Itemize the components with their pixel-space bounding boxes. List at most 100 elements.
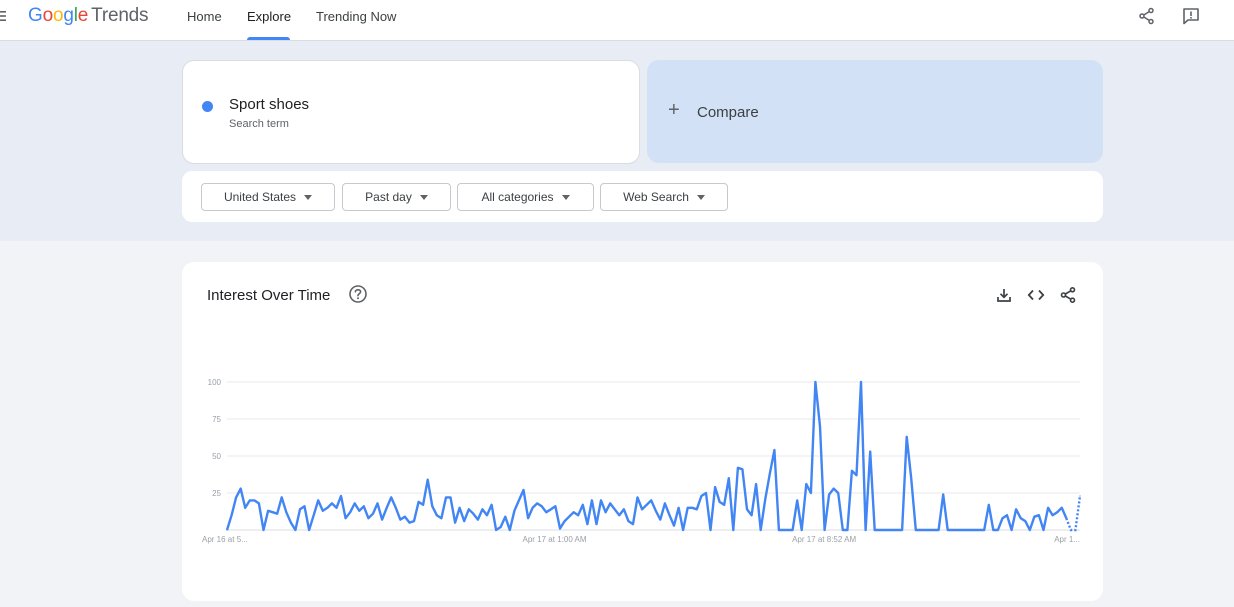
data-point (308, 529, 310, 531)
data-point (564, 520, 566, 522)
data-point (960, 529, 963, 531)
data-point (664, 502, 666, 504)
y-tick-label: 50 (212, 452, 221, 461)
data-point (559, 527, 561, 530)
data-point (541, 505, 543, 507)
data-point (595, 523, 598, 525)
data-point (778, 529, 780, 531)
nav-trending-now[interactable]: Trending Now (316, 9, 396, 24)
property-filter-label: Web Search (623, 190, 689, 204)
google-trends-logo[interactable]: Google Trends (28, 5, 149, 27)
data-point (345, 517, 347, 519)
caret-down-icon (696, 194, 705, 200)
data-point (632, 523, 634, 525)
nav-explore[interactable]: Explore (247, 9, 291, 24)
data-point (728, 477, 730, 479)
data-point (837, 492, 839, 494)
interest-line-chart[interactable]: 25 50 75 100 Apr 16 at 5... Apr 17 at 1:00 AM… (182, 262, 1103, 601)
data-point (349, 511, 351, 513)
search-term-card[interactable]: Sport shoes Search term (182, 60, 640, 164)
data-point (431, 505, 433, 507)
data-point (700, 495, 703, 497)
data-point (1042, 529, 1045, 531)
data-point (974, 529, 976, 531)
data-point (614, 508, 616, 510)
feedback-icon[interactable] (1181, 6, 1201, 26)
data-point (372, 513, 374, 515)
data-point (440, 517, 442, 519)
search-term-subtitle: Search term (229, 118, 289, 130)
top-app-bar: Google Trends Home Explore Trending Now (0, 0, 1234, 41)
data-point (299, 508, 301, 510)
data-point (609, 502, 611, 504)
data-point (933, 529, 935, 531)
data-point (527, 517, 529, 519)
caret-down-icon (419, 194, 428, 200)
data-point (833, 488, 835, 490)
search-term-name[interactable]: Sport shoes (229, 96, 309, 113)
data-point (810, 492, 812, 494)
data-point (294, 529, 296, 531)
x-tick-label: Apr 17 at 1:00 AM (523, 535, 587, 544)
menu-icon[interactable] (0, 10, 6, 22)
data-point (605, 511, 607, 513)
compare-button[interactable]: + Compare (647, 60, 1103, 163)
data-point (627, 520, 629, 522)
data-point (404, 516, 406, 518)
data-point (678, 507, 680, 509)
data-point (969, 529, 972, 531)
data-point (965, 529, 967, 531)
x-tick-label: Apr 17 at 8:52 AM (792, 535, 856, 544)
series-line-partial (1065, 495, 1082, 532)
data-point (883, 529, 885, 531)
data-point (997, 529, 999, 531)
data-point (240, 488, 242, 490)
data-point (773, 449, 776, 451)
data-point (618, 514, 620, 516)
time-filter-dropdown[interactable]: Past day (342, 183, 451, 211)
data-point (668, 514, 671, 516)
data-point (532, 507, 534, 509)
data-point (755, 483, 757, 485)
time-filter-label: Past day (365, 190, 412, 204)
data-point (303, 505, 306, 507)
data-point (463, 520, 465, 522)
data-point (386, 507, 388, 509)
data-point (696, 508, 698, 510)
data-point (235, 496, 237, 498)
data-point (723, 504, 725, 506)
data-point (737, 467, 739, 469)
data-point (226, 529, 228, 531)
data-point (915, 529, 917, 531)
plus-icon: + (668, 99, 680, 121)
region-filter-dropdown[interactable]: United States (201, 183, 335, 211)
data-point (887, 529, 890, 531)
data-point (1033, 516, 1035, 518)
term-color-dot (202, 101, 213, 112)
category-filter-dropdown[interactable]: All categories (457, 183, 594, 211)
data-point (1029, 529, 1031, 531)
data-point (600, 499, 602, 501)
data-point (801, 529, 803, 531)
nav-home[interactable]: Home (187, 9, 222, 24)
data-point (655, 510, 657, 512)
data-point (454, 522, 456, 524)
category-filter-label: All categories (481, 190, 554, 204)
data-point (317, 499, 319, 501)
caret-down-icon (304, 194, 313, 200)
data-point (623, 508, 625, 510)
data-point (408, 522, 411, 524)
data-point (577, 514, 579, 516)
compare-label: Compare (697, 104, 759, 121)
data-point (486, 514, 488, 516)
share-icon[interactable] (1137, 6, 1157, 26)
data-point (691, 507, 693, 509)
data-point (746, 508, 748, 510)
active-tab-indicator (247, 37, 290, 40)
data-point (231, 514, 233, 516)
data-point (249, 499, 251, 501)
data-point (495, 529, 497, 531)
property-filter-dropdown[interactable]: Web Search (600, 183, 728, 211)
data-point (938, 529, 940, 531)
data-point (504, 516, 506, 518)
